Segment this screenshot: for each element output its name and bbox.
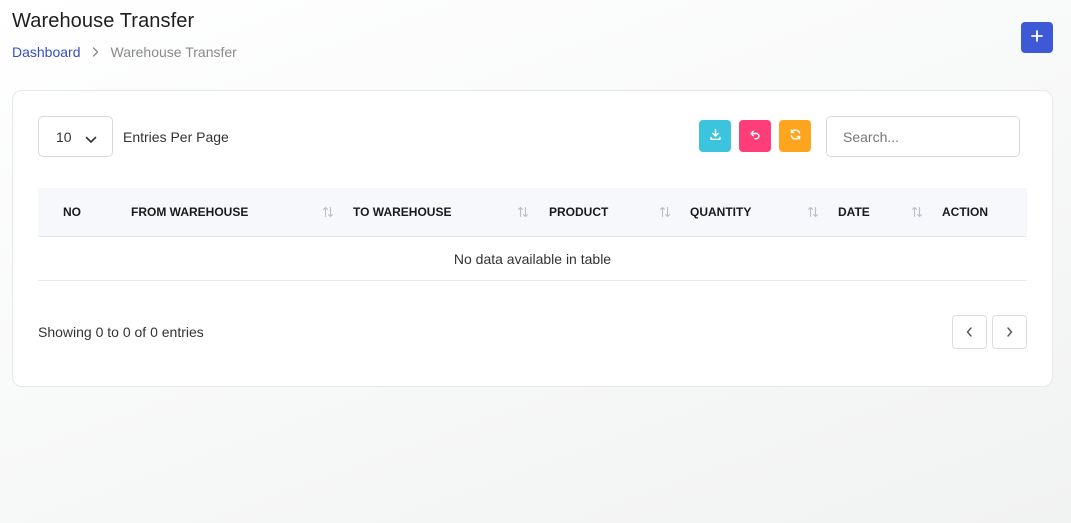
column-header-product[interactable]: PRODUCT — [549, 188, 608, 236]
undo-icon — [749, 129, 761, 144]
column-header-to-warehouse[interactable]: TO WAREHOUSE — [353, 188, 451, 236]
search-input[interactable] — [826, 116, 1020, 157]
table-header: NO FROM WAREHOUSE TO WAREHOUSE PRODUCT Q… — [38, 188, 1027, 237]
sort-icon[interactable] — [659, 205, 671, 223]
undo-button[interactable] — [739, 120, 771, 152]
sort-icon[interactable] — [807, 205, 819, 223]
column-header-from-warehouse[interactable]: FROM WAREHOUSE — [131, 188, 248, 236]
chevron-right-icon — [81, 47, 111, 57]
chevron-left-icon — [966, 325, 973, 340]
page-header: Warehouse Transfer Dashboard Warehouse T… — [12, 10, 237, 60]
add-transfer-button[interactable] — [1021, 22, 1053, 53]
breadcrumb-dashboard-link[interactable]: Dashboard — [12, 44, 81, 60]
refresh-button[interactable] — [779, 120, 811, 152]
column-header-no[interactable]: NO — [63, 188, 81, 236]
breadcrumb-current: Warehouse Transfer — [110, 44, 237, 60]
table-info-text: Showing 0 to 0 of 0 entries — [38, 324, 204, 340]
transfer-card: 10 Entries Per Page NO FROM WAREHOUSE TO… — [12, 90, 1053, 387]
refresh-icon — [789, 128, 802, 144]
download-button[interactable] — [699, 120, 731, 152]
transfer-table: NO FROM WAREHOUSE TO WAREHOUSE PRODUCT Q… — [38, 188, 1027, 281]
next-page-button[interactable] — [992, 315, 1027, 349]
chevron-right-icon — [1006, 325, 1013, 340]
sort-icon[interactable] — [322, 205, 334, 223]
column-header-date[interactable]: DATE — [838, 188, 870, 236]
sort-icon[interactable] — [911, 205, 923, 223]
sort-icon[interactable] — [517, 205, 529, 223]
previous-page-button[interactable] — [952, 315, 987, 349]
plus-icon — [1031, 30, 1043, 45]
entries-per-page-label: Entries Per Page — [123, 129, 229, 145]
column-header-quantity[interactable]: QUANTITY — [690, 188, 751, 236]
entries-value: 10 — [56, 128, 72, 145]
chevron-down-icon — [85, 131, 97, 147]
entries-per-page-select[interactable]: 10 — [38, 116, 113, 157]
download-icon — [709, 128, 722, 144]
breadcrumb: Dashboard Warehouse Transfer — [12, 44, 237, 60]
table-empty-row: No data available in table — [38, 237, 1027, 281]
page-title: Warehouse Transfer — [12, 10, 195, 32]
column-header-action: ACTION — [942, 205, 988, 219]
